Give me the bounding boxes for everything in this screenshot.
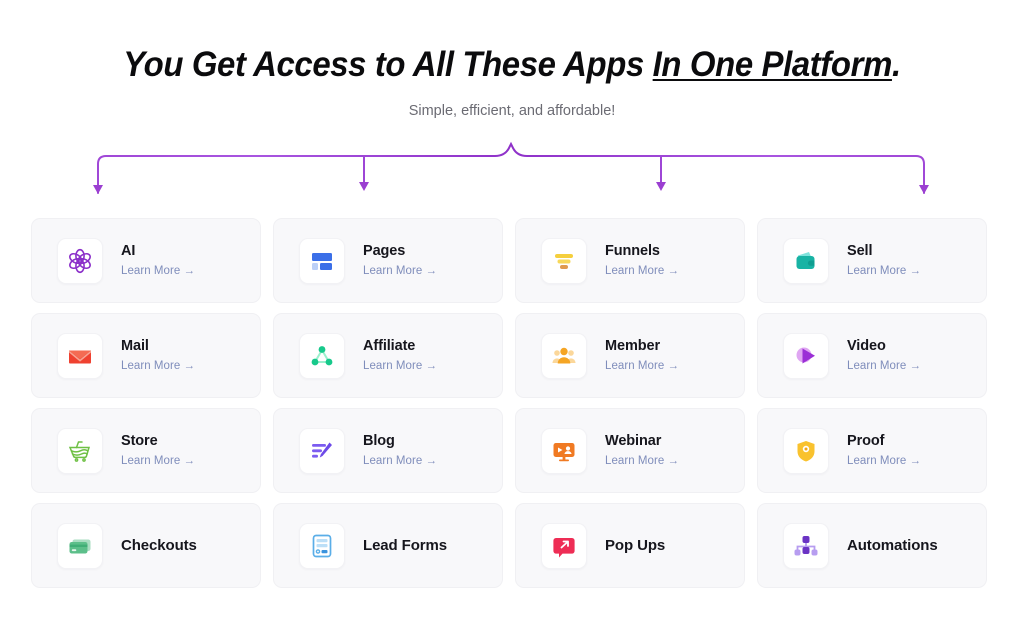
play-triangle-icon: [783, 332, 829, 379]
app-card-text: Funnels Learn More →: [605, 242, 679, 279]
page-title: You Get Access to All These Apps In One …: [31, 44, 994, 86]
app-title: Proof: [847, 433, 885, 449]
funnel-icon: [541, 237, 587, 284]
app-card-text: Sell Learn More →: [847, 242, 921, 279]
wallet-icon: [783, 237, 829, 284]
app-card-lead-forms[interactable]: Lead Forms: [273, 503, 503, 588]
headline-period: .: [891, 45, 901, 84]
learn-more-link[interactable]: Learn More →: [363, 359, 437, 374]
app-title: Store: [121, 433, 158, 449]
ai-flower-icon: [57, 237, 103, 284]
shopping-cart-icon: [57, 427, 103, 474]
learn-more-link[interactable]: Learn More →: [121, 454, 195, 469]
app-card-text: Blog Learn More →: [363, 432, 437, 469]
headline-underlined-part: In One Platform: [652, 45, 893, 84]
app-title: Checkouts: [121, 536, 197, 554]
brace-connector-svg: [93, 141, 929, 194]
app-card-funnels[interactable]: Funnels Learn More →: [515, 218, 745, 303]
shield-badge-icon: [783, 427, 829, 474]
app-card-proof[interactable]: Proof Learn More →: [757, 408, 987, 493]
arrow-head-1: [93, 185, 103, 194]
arrow-head-2: [359, 182, 369, 191]
app-card-text: Mail Learn More →: [121, 337, 195, 374]
popup-bubble-icon: [541, 522, 587, 569]
app-card-member[interactable]: Member Learn More →: [515, 313, 745, 398]
learn-more-link[interactable]: Learn More →: [121, 359, 195, 374]
brace-path: [97, 141, 925, 194]
credit-card-icon: [57, 522, 103, 569]
app-card-pop-ups[interactable]: Pop Ups: [515, 503, 745, 588]
app-title: Blog: [363, 433, 395, 449]
app-card-sell[interactable]: Sell Learn More →: [757, 218, 987, 303]
app-title: Webinar: [605, 433, 662, 449]
learn-more-link[interactable]: Learn More →: [363, 454, 437, 469]
app-card-text: Automations: [847, 537, 938, 555]
app-title: Pages: [363, 243, 406, 259]
app-title: Video: [847, 338, 886, 354]
learn-more-link[interactable]: Learn More →: [605, 264, 679, 279]
flow-chart-icon: [783, 522, 829, 569]
learn-more-link[interactable]: Learn More →: [847, 264, 921, 279]
learn-more-link[interactable]: Learn More →: [847, 454, 921, 469]
pages-layout-icon: [299, 237, 345, 284]
page-subtitle: Simple, efficient, and affordable!: [408, 103, 616, 119]
app-title: Member: [605, 338, 660, 354]
app-card-text: Affiliate Learn More →: [363, 337, 437, 374]
brace-connector: [0, 134, 1024, 206]
page-root: You Get Access to All These Apps In One …: [0, 0, 1024, 631]
app-card-pages[interactable]: Pages Learn More →: [273, 218, 503, 303]
app-card-text: Member Learn More →: [605, 337, 679, 374]
app-card-text: Webinar Learn More →: [605, 432, 679, 469]
app-card-store[interactable]: Store Learn More →: [31, 408, 261, 493]
list-pen-icon: [299, 427, 345, 474]
app-title: Automations: [847, 536, 938, 554]
app-card-text: Lead Forms: [363, 537, 447, 555]
app-card-text: Pages Learn More →: [363, 242, 437, 279]
app-title: Lead Forms: [363, 536, 448, 554]
header: You Get Access to All These Apps In One …: [0, 44, 1024, 119]
app-card-ai[interactable]: AI Learn More →: [31, 218, 261, 303]
app-title: Pop Ups: [605, 536, 666, 554]
apps-grid: AI Learn More → Pages Learn More → Funne…: [31, 218, 991, 588]
app-card-mail[interactable]: Mail Learn More →: [31, 313, 261, 398]
app-title: AI: [121, 243, 136, 259]
learn-more-link[interactable]: Learn More →: [605, 359, 679, 374]
app-card-text: AI Learn More →: [121, 242, 195, 279]
app-card-checkouts[interactable]: Checkouts: [31, 503, 261, 588]
app-card-text: Proof Learn More →: [847, 432, 921, 469]
app-card-automations[interactable]: Automations: [757, 503, 987, 588]
headline-plain-part: You Get Access to All These Apps: [123, 45, 653, 84]
envelope-icon: [57, 332, 103, 379]
share-network-icon: [299, 332, 345, 379]
app-title: Mail: [121, 338, 149, 354]
arrow-head-3: [656, 182, 666, 191]
app-card-webinar[interactable]: Webinar Learn More →: [515, 408, 745, 493]
arrow-head-4: [919, 185, 929, 194]
app-title: Sell: [847, 243, 873, 259]
app-title: Affiliate: [363, 338, 416, 354]
learn-more-link[interactable]: Learn More →: [121, 264, 195, 279]
app-card-text: Checkouts: [121, 537, 197, 555]
app-card-text: Pop Ups: [605, 537, 665, 555]
form-document-icon: [299, 522, 345, 569]
learn-more-link[interactable]: Learn More →: [605, 454, 679, 469]
app-card-blog[interactable]: Blog Learn More →: [273, 408, 503, 493]
presentation-icon: [541, 427, 587, 474]
app-card-affiliate[interactable]: Affiliate Learn More →: [273, 313, 503, 398]
app-card-text: Video Learn More →: [847, 337, 921, 374]
learn-more-link[interactable]: Learn More →: [847, 359, 921, 374]
app-card-video[interactable]: Video Learn More →: [757, 313, 987, 398]
app-title: Funnels: [605, 243, 660, 259]
learn-more-link[interactable]: Learn More →: [363, 264, 437, 279]
app-card-text: Store Learn More →: [121, 432, 195, 469]
people-group-icon: [541, 332, 587, 379]
